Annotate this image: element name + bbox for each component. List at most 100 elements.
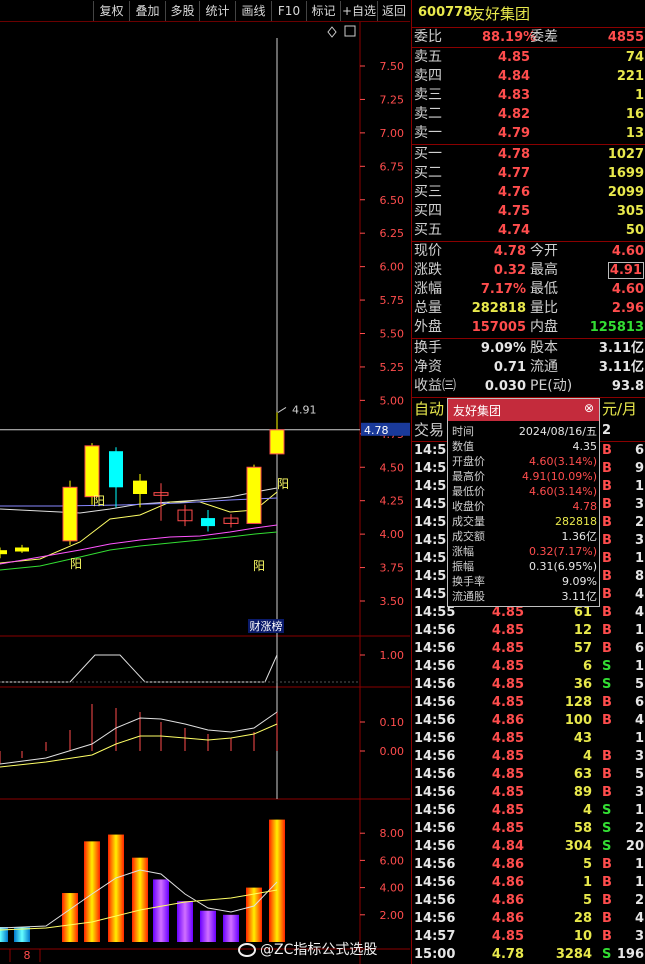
tick-row[interactable]: 14:56 4.86 28 B 4	[412, 910, 645, 928]
ask-row[interactable]: 卖五 4.85 74	[412, 48, 645, 67]
candle-body	[133, 480, 147, 494]
tick-volume: 57	[573, 641, 592, 656]
tick-price: 4.85	[491, 785, 524, 800]
tick-row[interactable]: 14:56 4.86 1 B 1	[412, 874, 645, 892]
popup-row: 收盘价 4.78	[448, 499, 599, 514]
stat-row: 涨跌 0.32 最高 4.91	[412, 261, 645, 280]
tick-row[interactable]: 14:56 4.85 58 S 2	[412, 820, 645, 838]
tick-time: 14:56	[414, 713, 456, 728]
stat-row: 涨幅 7.17% 最低 4.60	[412, 280, 645, 299]
tick-side: S	[602, 677, 612, 692]
bid-row[interactable]: 买五 4.74 50	[412, 221, 645, 240]
stat-label: 内盘	[530, 319, 558, 335]
tick-time: 14:56	[414, 623, 456, 638]
bid-row[interactable]: 买二 4.77 1699	[412, 164, 645, 183]
tick-row[interactable]: 14:56 4.85 36 S 5	[412, 676, 645, 694]
popup-row: 振幅 0.31(6.95%)	[448, 559, 599, 574]
volume-bar	[269, 819, 285, 942]
toolbar-button-3[interactable]: 统计	[199, 1, 235, 21]
tick-row[interactable]: 14:56 4.86 100 B 4	[412, 712, 645, 730]
stat-value: 125813	[589, 320, 644, 335]
weicha-label: 委差	[530, 29, 558, 45]
tick-side: S	[602, 821, 612, 836]
fundamental-row: 换手 9.09% 股本 3.11亿	[412, 339, 645, 358]
ask-label: 卖一	[414, 125, 442, 141]
event-label: 财涨榜	[250, 619, 283, 633]
tick-volume: 5	[582, 857, 592, 872]
ask-row[interactable]: 卖二 4.82 16	[412, 105, 645, 124]
tick-row[interactable]: 14:56 4.85 4 B 3	[412, 748, 645, 766]
tick-time: 14:56	[414, 749, 456, 764]
popup-row: 流通股 3.11亿	[448, 589, 599, 604]
popup-row-value: 4.60(3.14%)	[528, 485, 597, 498]
tick-count: 1	[634, 875, 644, 890]
tick-row[interactable]: 14:56 4.85 128 B 6	[412, 694, 645, 712]
bid-price: 4.75	[498, 204, 531, 219]
toolbar-button-4[interactable]: 画线	[235, 1, 271, 21]
tick-side: S	[602, 803, 612, 818]
price-tick-label: 5.50	[380, 328, 405, 341]
ma-line-yellow	[0, 491, 278, 564]
tick-row[interactable]: 14:57 4.85 10 B 3	[412, 928, 645, 946]
bid-row[interactable]: 买四 4.75 305	[412, 202, 645, 221]
tick-count: 8	[634, 569, 644, 584]
toolbar-button-2[interactable]: 多股	[165, 1, 199, 21]
tick-row[interactable]: 14:56 4.85 89 B 3	[412, 784, 645, 802]
tick-side: B	[602, 497, 612, 512]
ma-line-green	[0, 531, 278, 571]
popup-row-value: 0.32(7.17%)	[528, 545, 597, 558]
trade-label: 交易	[414, 421, 445, 439]
tick-volume: 128	[564, 695, 592, 710]
ask-row[interactable]: 卖四 4.84 221	[412, 67, 645, 86]
tick-count: 1	[634, 731, 644, 746]
tick-side: B	[602, 479, 612, 494]
ask-row[interactable]: 卖一 4.79 13	[412, 124, 645, 143]
tick-price: 4.86	[491, 713, 524, 728]
tick-row[interactable]: 14:56 4.86 5 B 1	[412, 856, 645, 874]
toolbar-button-7[interactable]: +自选	[340, 1, 377, 21]
toolbar-button-1[interactable]: 叠加	[129, 1, 165, 21]
yang-label: 阳	[70, 557, 82, 571]
stat-value: 0.030	[484, 379, 526, 394]
price-tick-label: 5.25	[380, 361, 405, 374]
popup-row-label: 流通股	[452, 590, 485, 603]
tick-row[interactable]: 14:56 4.85 4 S 1	[412, 802, 645, 820]
toolbar-button-6[interactable]: 标记	[306, 1, 340, 21]
tick-side: B	[602, 911, 612, 926]
tick-row[interactable]: 15:00 4.78 3284 S 196	[412, 946, 645, 964]
popup-row-label: 最低价	[452, 485, 485, 498]
bid-row[interactable]: 买三 4.76 2099	[412, 183, 645, 202]
tick-price: 4.86	[491, 911, 524, 926]
price-tick-label: 4.50	[380, 461, 405, 474]
tick-row[interactable]: 14:56 4.85 63 B 5	[412, 766, 645, 784]
tick-side: B	[602, 605, 612, 620]
volume-bar	[84, 841, 100, 942]
tick-count: 2	[634, 893, 644, 908]
tick-row[interactable]: 14:56 4.84 304 S 20	[412, 838, 645, 856]
stat-value: 9.09%	[480, 341, 526, 356]
kline-chart[interactable]: 7.50 7.25 7.00 6.75 6.50 6.25 6.00 5.75 5.50 5.25…	[0, 22, 410, 964]
stat-value: 4.91	[607, 262, 644, 279]
tick-row[interactable]: 14:56 4.85 57 B 6	[412, 640, 645, 658]
price-tick-label: 7.50	[380, 60, 405, 73]
stat-label: 流通	[530, 359, 558, 375]
price-tick-label: 6.75	[380, 160, 405, 173]
tick-price: 4.85	[491, 659, 524, 674]
ask-price: 4.79	[498, 126, 531, 141]
tick-side: S	[602, 947, 612, 962]
tick-row[interactable]: 14:56 4.85 43 1	[412, 730, 645, 748]
tick-row[interactable]: 14:56 4.85 12 B 1	[412, 622, 645, 640]
tick-volume: 4	[582, 803, 592, 818]
ask-row[interactable]: 卖三 4.83 1	[412, 86, 645, 105]
stat-label: 最高	[530, 262, 558, 278]
popup-row-label: 涨幅	[452, 545, 474, 558]
toolbar-button-5[interactable]: F10	[271, 1, 306, 21]
toolbar-button-8[interactable]: 返回	[377, 1, 410, 21]
tick-row[interactable]: 14:56 4.86 5 B 2	[412, 892, 645, 910]
toolbar-button-0[interactable]: 复权	[93, 1, 129, 21]
price-tick-label: 6.25	[380, 227, 405, 240]
tick-row[interactable]: 14:56 4.85 6 S 1	[412, 658, 645, 676]
tick-price: 4.86	[491, 857, 524, 872]
close-icon[interactable]: ⊗	[584, 401, 594, 415]
bid-row[interactable]: 买一 4.78 1027	[412, 145, 645, 164]
